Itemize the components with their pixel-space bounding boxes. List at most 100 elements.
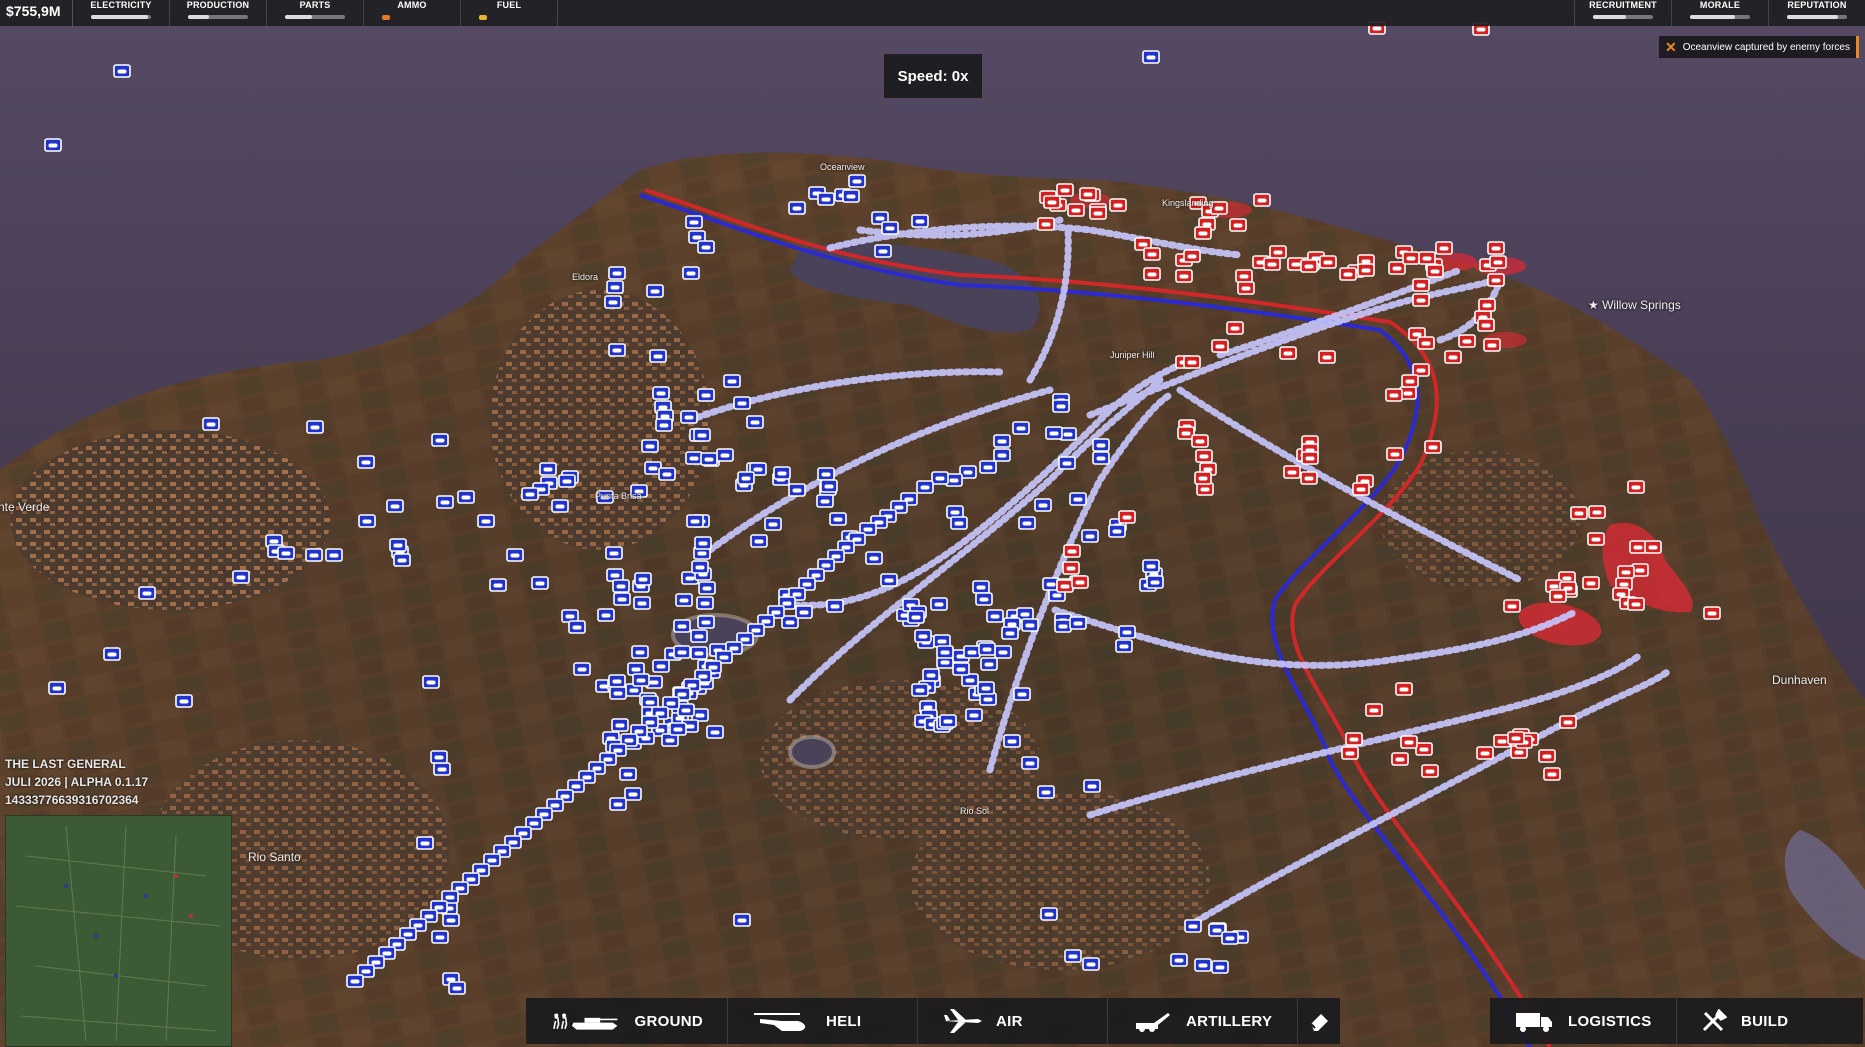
friendly-unit-marker[interactable] (880, 573, 898, 587)
enemy-unit-marker[interactable] (1237, 281, 1255, 295)
friendly-unit-marker[interactable] (986, 609, 1004, 623)
friendly-unit-marker[interactable] (1054, 619, 1072, 633)
stat-reputation[interactable]: REPUTATION (1768, 0, 1865, 26)
friendly-unit-marker[interactable] (1052, 399, 1070, 413)
friendly-unit-marker[interactable] (737, 471, 755, 485)
friendly-unit-marker[interactable] (1037, 785, 1055, 799)
friendly-unit-marker[interactable] (706, 725, 724, 739)
tab-ground[interactable]: GROUND (526, 998, 728, 1044)
friendly-unit-marker[interactable] (658, 467, 676, 481)
friendly-unit-marker[interactable] (306, 420, 324, 434)
friendly-unit-marker[interactable] (605, 546, 623, 560)
enemy-unit-marker[interactable] (1627, 597, 1645, 611)
friendly-unit-marker[interactable] (103, 647, 121, 661)
notification-toast[interactable]: ✕ Oceanview captured by enemy forces (1658, 36, 1859, 58)
friendly-unit-marker[interactable] (993, 448, 1011, 462)
friendly-unit-marker[interactable] (325, 548, 343, 562)
friendly-unit-marker[interactable] (558, 474, 576, 488)
enemy-unit-marker[interactable] (1587, 532, 1605, 546)
friendly-unit-marker[interactable] (685, 215, 703, 229)
friendly-unit-marker[interactable] (573, 662, 591, 676)
enemy-unit-marker[interactable] (1507, 731, 1525, 745)
enemy-unit-marker[interactable] (1183, 249, 1201, 263)
enemy-unit-marker[interactable] (1175, 269, 1193, 283)
friendly-unit-marker[interactable] (694, 536, 712, 550)
friendly-unit-marker[interactable] (1083, 779, 1101, 793)
friendly-unit-marker[interactable] (669, 722, 687, 736)
friendly-unit-marker[interactable] (641, 439, 659, 453)
enemy-unit-marker[interactable] (1412, 278, 1430, 292)
enemy-unit-marker[interactable] (1056, 579, 1074, 593)
friendly-unit-marker[interactable] (477, 514, 495, 528)
enemy-unit-marker[interactable] (1487, 273, 1505, 287)
enemy-unit-marker[interactable] (1352, 482, 1370, 496)
friendly-unit-marker[interactable] (1034, 498, 1052, 512)
enemy-unit-marker[interactable] (1458, 334, 1476, 348)
friendly-unit-marker[interactable] (817, 192, 835, 206)
friendly-unit-marker[interactable] (604, 295, 622, 309)
friendly-unit-marker[interactable] (994, 645, 1012, 659)
friendly-unit-marker[interactable] (1012, 421, 1030, 435)
friendly-unit-marker[interactable] (1142, 50, 1160, 64)
friendly-unit-marker[interactable] (675, 593, 693, 607)
friendly-unit-marker[interactable] (980, 657, 998, 671)
friendly-unit-marker[interactable] (1013, 687, 1031, 701)
friendly-unit-marker[interactable] (1211, 960, 1229, 974)
friendly-unit-marker[interactable] (673, 645, 691, 659)
enemy-unit-marker[interactable] (1559, 715, 1577, 729)
friendly-unit-marker[interactable] (531, 576, 549, 590)
friendly-unit-marker[interactable] (697, 615, 715, 629)
friendly-unit-marker[interactable] (816, 494, 834, 508)
friendly-unit-marker[interactable] (632, 673, 650, 687)
friendly-unit-marker[interactable] (1018, 516, 1036, 530)
enemy-unit-marker[interactable] (1426, 264, 1444, 278)
friendly-unit-marker[interactable] (700, 452, 718, 466)
friendly-unit-marker[interactable] (1108, 524, 1126, 538)
friendly-unit-marker[interactable] (457, 490, 475, 504)
friendly-unit-marker[interactable] (433, 762, 451, 776)
friendly-unit-marker[interactable] (1081, 529, 1099, 543)
friendly-unit-marker[interactable] (431, 930, 449, 944)
friendly-unit-marker[interactable] (746, 415, 764, 429)
enemy-unit-marker[interactable] (1269, 245, 1287, 259)
friendly-unit-marker[interactable] (606, 280, 624, 294)
enemy-unit-marker[interactable] (1194, 226, 1212, 240)
friendly-unit-marker[interactable] (619, 767, 637, 781)
friendly-unit-marker[interactable] (764, 517, 782, 531)
friendly-unit-marker[interactable] (826, 599, 844, 613)
friendly-unit-marker[interactable] (1003, 734, 1021, 748)
friendly-unit-marker[interactable] (916, 480, 934, 494)
friendly-unit-marker[interactable] (691, 560, 709, 574)
friendly-unit-marker[interactable] (733, 396, 751, 410)
tab-artillery[interactable]: ARTILLERY (1108, 998, 1298, 1044)
friendly-unit-marker[interactable] (634, 572, 652, 586)
friendly-unit-marker[interactable] (788, 483, 806, 497)
enemy-unit-marker[interactable] (1478, 298, 1496, 312)
enemy-unit-marker[interactable] (1570, 506, 1588, 520)
friendly-unit-marker[interactable] (680, 410, 698, 424)
enemy-unit-marker[interactable] (1226, 321, 1244, 335)
enemy-unit-marker[interactable] (1444, 350, 1462, 364)
tab-logistics[interactable]: LOGISTICS (1490, 998, 1677, 1044)
friendly-unit-marker[interactable] (608, 674, 626, 688)
enemy-unit-marker[interactable] (1037, 217, 1055, 231)
enemy-unit-marker[interactable] (1391, 752, 1409, 766)
friendly-unit-marker[interactable] (358, 514, 376, 528)
friendly-unit-marker[interactable] (431, 433, 449, 447)
friendly-unit-marker[interactable] (613, 592, 631, 606)
enemy-unit-marker[interactable] (1195, 449, 1213, 463)
enemy-unit-marker[interactable] (1229, 218, 1247, 232)
tab-heli[interactable]: HELI (728, 998, 918, 1044)
friendly-unit-marker[interactable] (430, 750, 448, 764)
enemy-unit-marker[interactable] (1283, 465, 1301, 479)
enemy-unit-marker[interactable] (1417, 336, 1435, 350)
friendly-unit-marker[interactable] (1045, 426, 1063, 440)
enemy-unit-marker[interactable] (1644, 540, 1662, 554)
friendly-unit-marker[interactable] (113, 64, 131, 78)
friendly-unit-marker[interactable] (1021, 756, 1039, 770)
friendly-unit-marker[interactable] (608, 266, 626, 280)
friendly-unit-marker[interactable] (922, 668, 940, 682)
enemy-unit-marker[interactable] (1263, 257, 1281, 271)
friendly-unit-marker[interactable] (682, 266, 700, 280)
friendly-unit-marker[interactable] (911, 214, 929, 228)
